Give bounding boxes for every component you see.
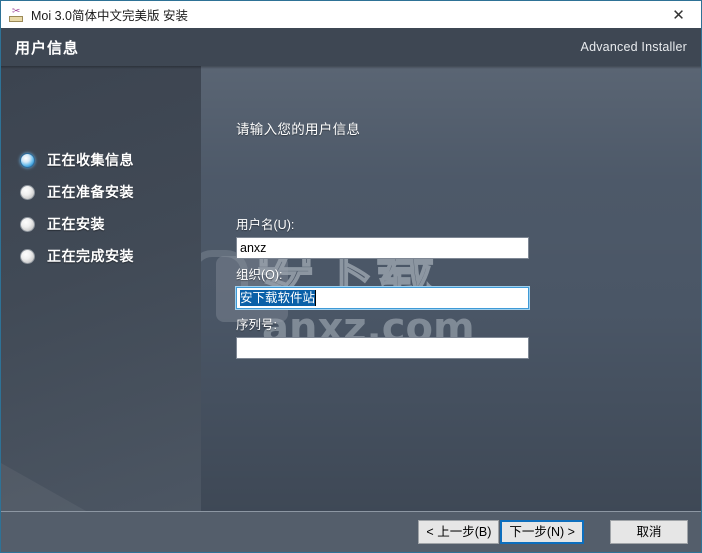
wizard-body: 正在收集信息 正在准备安装 正在安装 正在完成安装 请输入您的用户信息 安下载 … <box>1 66 701 511</box>
instruction-text: 请输入您的用户信息 <box>236 122 361 137</box>
username-input[interactable] <box>236 237 529 259</box>
installer-window: ✂ Moi 3.0简体中文完美版 安装 ✕ 用户信息 Advanced Inst… <box>0 0 702 553</box>
serial-field-group: 序列号: <box>236 314 529 359</box>
sidebar-item-installing: 正在安装 <box>1 208 201 240</box>
close-icon[interactable]: ✕ <box>656 1 701 28</box>
back-button[interactable]: < 上一步(B) <box>418 520 500 544</box>
sidebar-item-label: 正在安装 <box>47 216 105 232</box>
organization-input-wrap: 安下载软件站 <box>236 287 529 309</box>
installer-box-icon: ✂ <box>8 6 24 23</box>
page-header: 用户信息 Advanced Installer <box>1 28 701 66</box>
sidebar-item-label: 正在准备安装 <box>47 184 134 200</box>
wizard-sidebar: 正在收集信息 正在准备安装 正在安装 正在完成安装 <box>1 66 201 511</box>
cancel-button[interactable]: 取消 <box>610 520 688 544</box>
sidebar-item-finishing-install: 正在完成安装 <box>1 240 201 272</box>
text-caret <box>315 290 316 306</box>
sidebar-item-label: 正在完成安装 <box>47 248 134 264</box>
title-bar: ✂ Moi 3.0简体中文完美版 安装 ✕ <box>1 1 701 28</box>
step-radio-icon <box>20 216 35 232</box>
organization-selected-text: 安下载软件站 <box>240 290 316 306</box>
username-field-group: 用户名(U): <box>236 214 529 259</box>
wizard-footer: < 上一步(B) 下一步(N) > 取消 <box>1 511 701 552</box>
step-radio-icon <box>20 184 35 200</box>
sidebar-item-collecting-info: 正在收集信息 <box>1 144 201 176</box>
next-button[interactable]: 下一步(N) > <box>500 520 584 544</box>
serial-input[interactable] <box>236 337 529 359</box>
footer-button-row: < 上一步(B) 下一步(N) > 取消 <box>418 520 688 544</box>
sidebar-item-preparing-install: 正在准备安装 <box>1 176 201 208</box>
page-title: 用户信息 <box>15 39 80 57</box>
step-radio-icon <box>20 152 35 168</box>
wizard-step-list: 正在收集信息 正在准备安装 正在安装 正在完成安装 <box>1 144 201 272</box>
sidebar-item-label: 正在收集信息 <box>47 152 134 168</box>
organization-field-group: 组织(O): 安下载软件站 <box>236 264 529 309</box>
sidebar-decor-corner <box>1 463 86 511</box>
username-label: 用户名(U): <box>236 218 295 232</box>
serial-label: 序列号: <box>236 318 277 332</box>
sidebar-decor-curve-2 <box>1 66 201 511</box>
step-radio-icon <box>20 248 35 264</box>
brand-label: Advanced Installer <box>580 40 687 54</box>
wizard-main-panel: 请输入您的用户信息 安下载 anxz.com 用户名(U): 组织(O): 安下… <box>201 66 701 511</box>
organization-label: 组织(O): <box>236 268 283 282</box>
window-title: Moi 3.0简体中文完美版 安装 <box>31 9 188 23</box>
